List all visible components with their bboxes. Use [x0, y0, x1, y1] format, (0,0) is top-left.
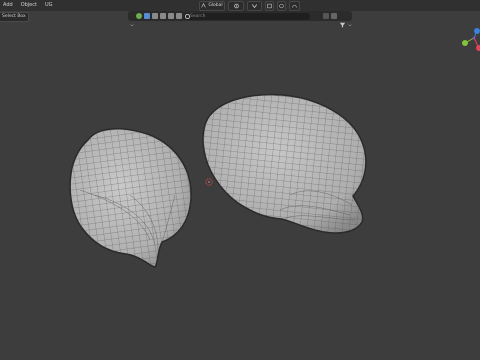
- mesh-left[interactable]: [60, 120, 200, 280]
- scene-canvas: [60, 85, 375, 280]
- 3d-cursor: [205, 178, 213, 186]
- 3d-viewport[interactable]: Add Object UG Select Box ⌄ Global Search: [0, 0, 480, 360]
- mesh-right[interactable]: [195, 85, 375, 245]
